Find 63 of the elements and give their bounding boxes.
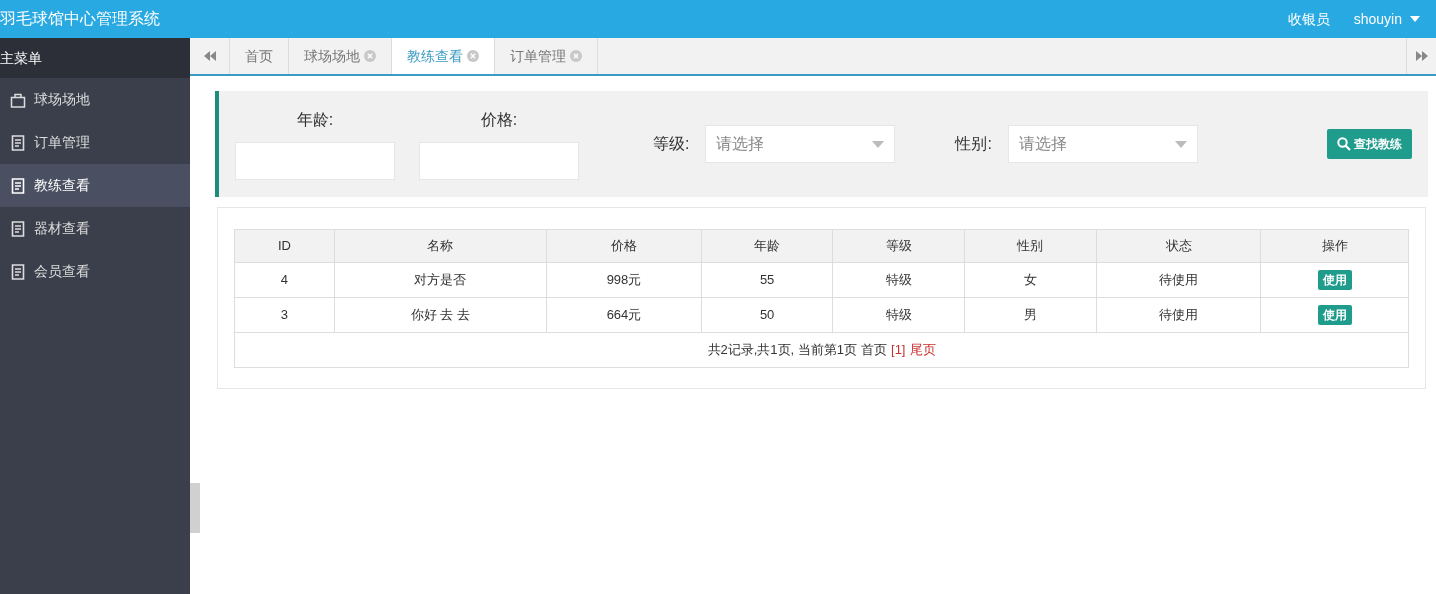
user-menu[interactable]: shouyin [1353, 8, 1420, 30]
sidebar-item[interactable]: 订单管理 [0, 121, 190, 164]
gender-label: 性别: [955, 134, 992, 154]
column-header: 状态 [1096, 229, 1261, 263]
pager-link[interactable]: 尾页 [909, 340, 936, 360]
table-cell: 对方是否 [334, 262, 547, 298]
caret-icon [872, 140, 885, 148]
table-cell: 998元 [546, 262, 702, 298]
table-cell: 664元 [546, 297, 702, 333]
column-header: 等级 [832, 229, 965, 263]
sidebar-title: 主菜单 [0, 48, 42, 68]
table-cell: 女 [964, 262, 1097, 298]
table-cell: 55 [701, 262, 833, 298]
app-title: 羽毛球馆中心管理系统 [0, 9, 160, 29]
level-select[interactable]: 请选择 [705, 125, 896, 163]
price-label: 价格: [480, 110, 518, 130]
tab[interactable]: 订单管理 [495, 38, 598, 74]
tab[interactable]: 首页 [230, 38, 289, 74]
column-header: 操作 [1260, 229, 1409, 263]
table-cell: 待使用 [1096, 262, 1261, 298]
table-cell: 3 [234, 297, 335, 333]
sidebar-item[interactable]: 器材查看 [0, 207, 190, 250]
close-icon [467, 50, 479, 62]
role-label: 收银员 [1287, 9, 1330, 29]
document-icon [10, 134, 26, 151]
gender-select[interactable]: 请选择 [1007, 125, 1198, 163]
price-field[interactable] [419, 142, 579, 180]
table-cell: 你好 去 去 [334, 297, 547, 333]
table-cell: 50 [701, 297, 833, 333]
double-right-icon [1415, 51, 1428, 61]
table-cell: 特级 [832, 262, 965, 298]
use-button[interactable]: 使用 [1317, 270, 1352, 290]
tab[interactable]: 教练查看 [392, 38, 495, 74]
column-header: 价格 [546, 229, 702, 263]
sidebar-item[interactable]: 教练查看 [0, 164, 190, 207]
column-header: 性别 [964, 229, 1097, 263]
sidebar-item[interactable]: 会员查看 [0, 250, 190, 293]
document-icon [10, 263, 26, 280]
pager-link[interactable]: [1] [891, 340, 906, 360]
table-cell: 待使用 [1096, 297, 1261, 333]
bag-icon [10, 91, 26, 108]
collapse-handle[interactable] [190, 483, 200, 533]
age-label: 年龄: [296, 110, 334, 130]
close-icon [364, 50, 376, 62]
caret-icon [1410, 16, 1420, 22]
column-header: 名称 [334, 229, 547, 263]
pager-summary: 共2记录,共1页, 当前第1页 [707, 341, 858, 360]
caret-icon [1174, 140, 1187, 148]
close-icon [570, 50, 582, 62]
use-button[interactable]: 使用 [1317, 305, 1352, 325]
table-cell: 男 [964, 297, 1097, 333]
sidebar-item[interactable]: 球场场地 [0, 78, 190, 121]
document-icon [10, 177, 26, 194]
column-header: ID [234, 229, 335, 263]
double-left-icon [203, 51, 216, 61]
search-icon [1337, 137, 1351, 151]
table-cell: 特级 [832, 297, 965, 333]
search-button[interactable]: 查找教练 [1327, 129, 1412, 159]
age-field[interactable] [235, 142, 395, 180]
level-label: 等级: [653, 134, 690, 154]
document-icon [10, 220, 26, 237]
table-cell: 4 [234, 262, 335, 298]
column-header: 年龄 [701, 229, 833, 263]
